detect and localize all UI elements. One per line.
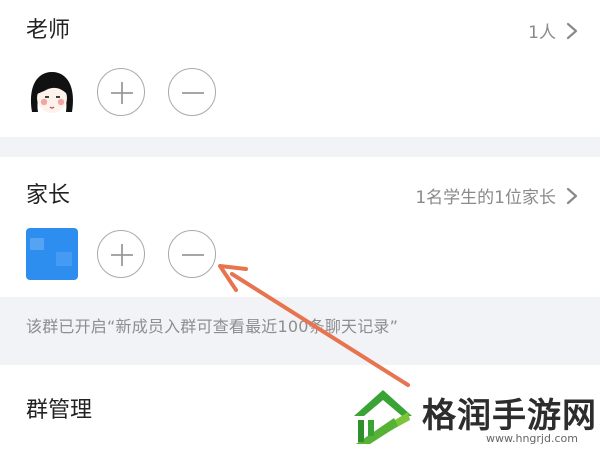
parent-section: 家长 1名学生的1位家长 bbox=[0, 157, 600, 297]
remove-parent-button[interactable] bbox=[168, 230, 216, 278]
chevron-right-icon bbox=[566, 187, 578, 204]
minus-icon bbox=[182, 92, 204, 94]
parent-summary: 1名学生的1位家长 bbox=[415, 188, 556, 208]
teacher-count-link[interactable]: 1人 bbox=[528, 18, 578, 43]
teacher-title: 老师 bbox=[26, 18, 71, 43]
history-notice-area: 该群已开启“新成员入群可查看最近100条聊天记录” bbox=[0, 297, 600, 365]
teacher-section: 老师 1人 bbox=[0, 0, 600, 137]
parent-avatar-icon[interactable] bbox=[26, 228, 78, 280]
history-notice: 该群已开启“新成员入群可查看最近100条聊天记录” bbox=[26, 317, 399, 336]
plus-icon bbox=[111, 82, 133, 104]
add-parent-button[interactable] bbox=[97, 230, 145, 278]
watermark: 格润手游网 www.hngrjd.com bbox=[350, 384, 600, 450]
teacher-count: 1人 bbox=[528, 23, 556, 43]
chevron-right-icon bbox=[566, 22, 578, 39]
group-manage-title: 群管理 bbox=[26, 398, 93, 423]
remove-teacher-button[interactable] bbox=[168, 68, 216, 116]
watermark-url: www.hngrjd.com bbox=[486, 432, 578, 445]
watermark-text: 格润手游网 bbox=[422, 396, 597, 436]
plus-icon bbox=[111, 244, 133, 266]
parent-title: 家长 bbox=[26, 183, 71, 208]
add-teacher-button[interactable] bbox=[97, 68, 145, 116]
watermark-logo-icon bbox=[354, 390, 412, 444]
parent-summary-link[interactable]: 1名学生的1位家长 bbox=[415, 183, 578, 208]
minus-icon bbox=[182, 254, 204, 256]
teacher-avatar-icon[interactable] bbox=[26, 68, 78, 120]
